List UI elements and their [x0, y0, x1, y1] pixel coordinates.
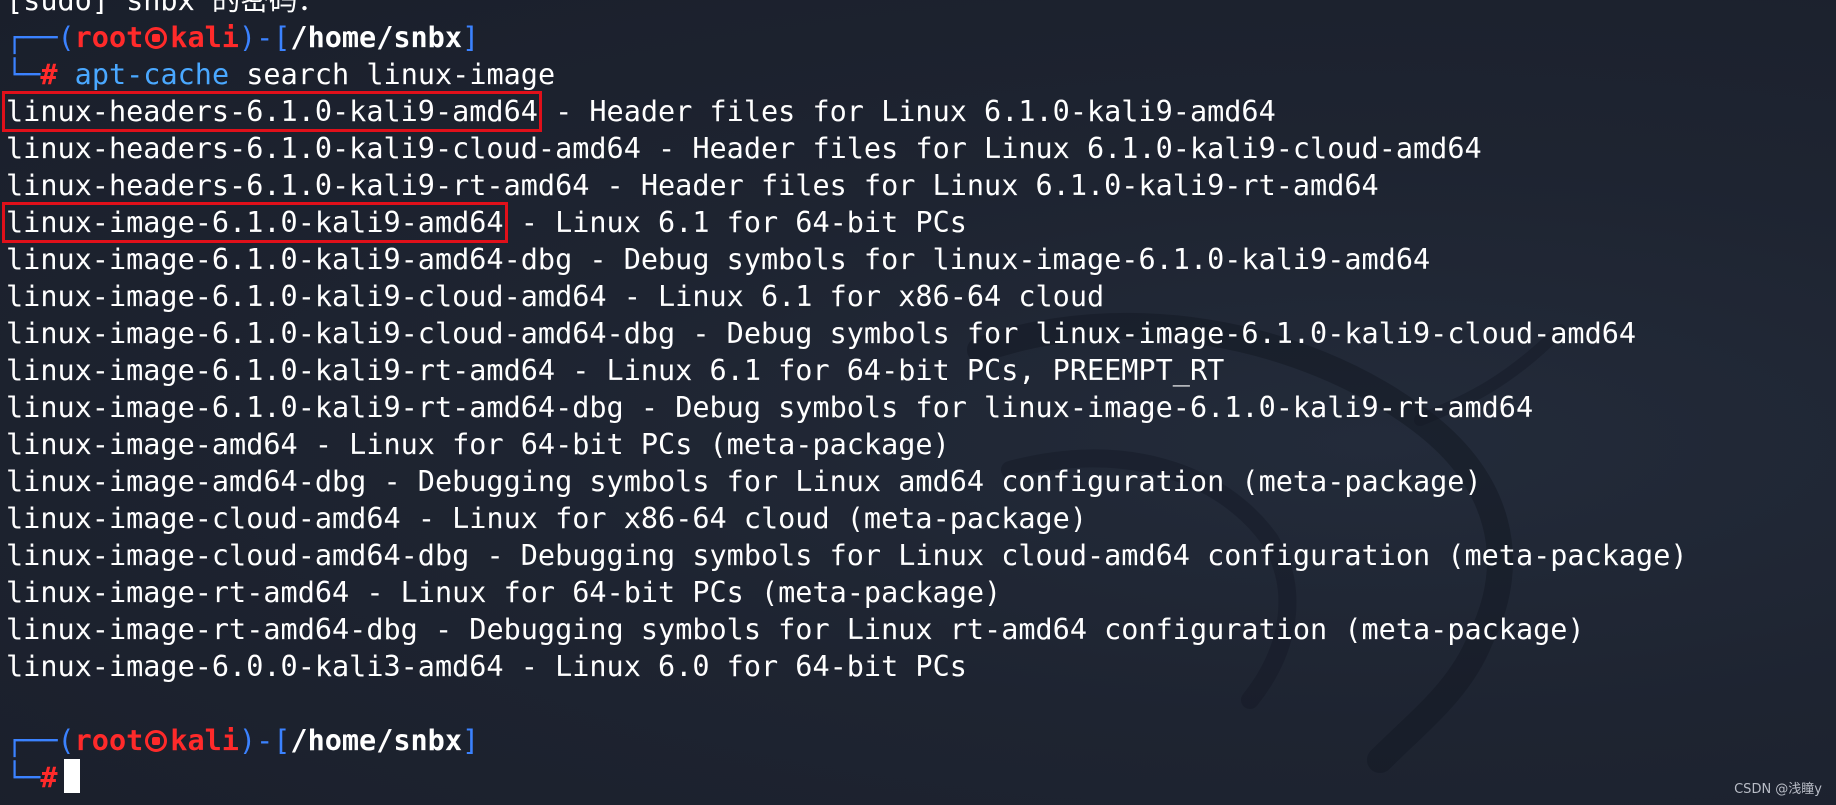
package-name: linux-headers-6.1.0-kali9-rt-amd64: [6, 169, 590, 202]
package-description: - Debugging symbols for Linux amd64 conf…: [366, 465, 1482, 498]
result-row: linux-headers-6.1.0-kali9-amd64 - Header…: [2, 91, 1836, 132]
kali-skull-icon: [145, 27, 168, 49]
prompt-separator: )-[: [238, 21, 291, 54]
package-name: linux-headers-6.1.0-kali9-cloud-amd64: [6, 132, 641, 165]
package-description: - Debug symbols for linux-image-6.1.0-ka…: [623, 391, 1534, 424]
package-name: linux-image-rt-amd64-dbg: [6, 613, 418, 646]
input-line[interactable]: └─#: [6, 759, 1836, 796]
highlighted-package-name: linux-image-6.1.0-kali9-amd64: [2, 202, 508, 243]
prompt-header: ┌──(root kali)-[/home/snbx]: [6, 19, 1836, 56]
package-name: linux-image-cloud-amd64: [6, 502, 401, 535]
package-description: - Linux 6.1 for 64-bit PCs, PREEMPT_RT: [555, 354, 1225, 387]
prompt-host: kali: [170, 724, 239, 757]
kali-skull-icon: [145, 730, 168, 752]
result-row: linux-image-6.1.0-kali9-rt-amd64 - Linux…: [6, 352, 1836, 389]
prompt-hash: #: [40, 58, 58, 91]
package-description: - Debug symbols for linux-image-6.1.0-ka…: [675, 317, 1637, 350]
package-name: linux-image-6.1.0-kali9-cloud-amd64: [6, 280, 607, 313]
result-row: linux-image-6.1.0-kali9-cloud-amd64 - Li…: [6, 278, 1836, 315]
csdn-watermark: CSDN @浅瞳y: [1734, 782, 1822, 797]
result-row: linux-image-amd64 - Linux for 64-bit PCs…: [6, 426, 1836, 463]
terminal-output: [sudo] snbx 的密码： ┌──(root kali)-[/home/sn…: [2, 0, 1836, 796]
prompt-user: root: [74, 21, 144, 54]
prompt-bracket-end: ]: [462, 21, 480, 54]
prompt-host: kali: [170, 21, 239, 54]
highlighted-package-name: linux-headers-6.1.0-kali9-amd64: [2, 91, 542, 132]
prompt-hash: #: [40, 761, 58, 794]
package-description: - Linux for 64-bit PCs (meta-package): [349, 576, 1002, 609]
prompt-separator: )-[: [238, 724, 291, 757]
package-description: - Debugging symbols for Linux cloud-amd6…: [469, 539, 1688, 572]
prompt-corner-bottom: └─: [6, 761, 41, 794]
prompt-header-2: ┌──(root kali)-[/home/snbx]: [6, 722, 1836, 759]
sudo-password-prompt: [sudo] snbx 的密码：: [6, 0, 1836, 19]
result-row: linux-image-amd64-dbg - Debugging symbol…: [6, 463, 1836, 500]
package-name: linux-image-amd64-dbg: [6, 465, 367, 498]
prompt-path: /home/snbx: [290, 21, 462, 54]
command-line: └─# apt-cache search linux-image: [6, 56, 1836, 93]
package-description: - Header files for Linux 6.1.0-kali9-clo…: [640, 132, 1482, 165]
package-name: linux-image-cloud-amd64-dbg: [6, 539, 470, 572]
text-cursor[interactable]: [63, 759, 80, 793]
package-name: linux-image-6.1.0-kali9-cloud-amd64-dbg: [6, 317, 676, 350]
prompt-corner-bottom: └─: [6, 58, 41, 91]
package-description: - Linux 6.1 for x86-64 cloud: [606, 280, 1105, 313]
result-row: linux-headers-6.1.0-kali9-rt-amd64 - Hea…: [6, 167, 1836, 204]
terminal-window[interactable]: [sudo] snbx 的密码： ┌──(root kali)-[/home/sn…: [0, 0, 1836, 805]
result-row: linux-image-rt-amd64 - Linux for 64-bit …: [6, 574, 1836, 611]
command-args: search linux-image: [229, 58, 556, 91]
package-name: linux-image-6.0.0-kali3-amd64: [6, 650, 504, 683]
result-row: linux-image-cloud-amd64-dbg - Debugging …: [6, 537, 1836, 574]
package-description: - Debug symbols for linux-image-6.1.0-ka…: [572, 243, 1431, 276]
prompt-path: /home/snbx: [290, 724, 462, 757]
result-row: linux-image-6.1.0-kali9-amd64-dbg - Debu…: [6, 241, 1836, 278]
search-results: linux-headers-6.1.0-kali9-amd64 - Header…: [2, 91, 1836, 685]
package-description: - Linux for 64-bit PCs (meta-package): [297, 428, 950, 461]
result-row: linux-image-cloud-amd64 - Linux for x86-…: [6, 500, 1836, 537]
prompt-bracket-end: ]: [462, 724, 480, 757]
package-name: linux-image-rt-amd64: [6, 576, 350, 609]
package-description: - Linux 6.0 for 64-bit PCs: [503, 650, 967, 683]
result-row: linux-image-6.1.0-kali9-amd64 - Linux 6.…: [2, 202, 1836, 243]
prompt-corner-top: ┌──(: [6, 21, 75, 54]
result-row: linux-headers-6.1.0-kali9-cloud-amd64 - …: [6, 130, 1836, 167]
package-name: linux-image-amd64: [6, 428, 298, 461]
result-row: linux-image-6.1.0-kali9-rt-amd64-dbg - D…: [6, 389, 1836, 426]
package-description: - Debugging symbols for Linux rt-amd64 c…: [417, 613, 1585, 646]
prompt-user: root: [74, 724, 144, 757]
package-description: - Linux 6.1 for 64-bit PCs: [503, 206, 967, 239]
package-description: - Linux for x86-64 cloud (meta-package): [400, 502, 1087, 535]
package-name: linux-image-6.1.0-kali9-amd64-dbg: [6, 243, 573, 276]
result-row: linux-image-rt-amd64-dbg - Debugging sym…: [6, 611, 1836, 648]
sudo-text: [sudo] snbx 的密码：: [6, 0, 326, 17]
result-row: linux-image-6.1.0-kali9-cloud-amd64-dbg …: [6, 315, 1836, 352]
result-row: linux-image-6.0.0-kali3-amd64 - Linux 6.…: [6, 648, 1836, 685]
package-name: linux-image-6.1.0-kali9-rt-amd64: [6, 354, 556, 387]
package-description: - Header files for Linux 6.1.0-kali9-amd…: [537, 95, 1276, 128]
prompt-corner-top: ┌──(: [6, 724, 75, 757]
package-name: linux-image-6.1.0-kali9-rt-amd64-dbg: [6, 391, 624, 424]
command-name: apt-cache: [74, 58, 230, 91]
package-description: - Header files for Linux 6.1.0-kali9-rt-…: [589, 169, 1379, 202]
